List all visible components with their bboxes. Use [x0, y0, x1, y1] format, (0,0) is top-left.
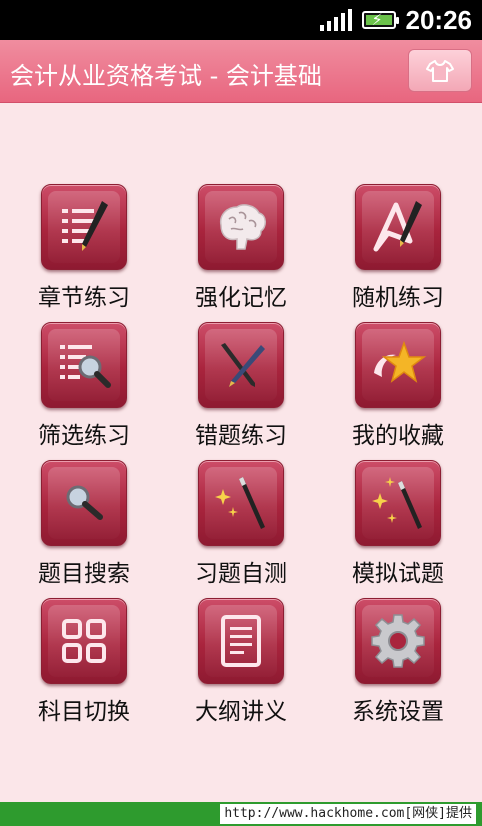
menu-item-label: 科目切换 — [38, 699, 130, 725]
credit-text: http://www.hackhome.com[网侠]提供 — [220, 804, 476, 824]
skin-button[interactable] — [408, 49, 472, 92]
menu-item-label: 章节练习 — [38, 285, 130, 311]
menu-item-question-search[interactable]: 题目搜索 — [14, 454, 154, 587]
menu-item-memory-boost[interactable]: 强化记忆 — [171, 178, 311, 311]
menu-item-mock-exam[interactable]: 模拟试题 — [328, 454, 468, 587]
filter-list-magnifier-icon — [41, 322, 127, 408]
menu-item-random-practice[interactable]: 随机练习 — [328, 178, 468, 311]
menu-item-label: 系统设置 — [352, 699, 444, 725]
menu-item-settings[interactable]: 系统设置 — [328, 592, 468, 725]
status-bar: ⚡ 20:26 — [0, 0, 482, 40]
status-indicators: ⚡ 20:26 — [319, 0, 473, 40]
menu-item-label: 筛选练习 — [38, 423, 130, 449]
menu-item-label: 模拟试题 — [352, 561, 444, 587]
menu-item-label: 随机练习 — [352, 285, 444, 311]
menu-item-label: 错题练习 — [195, 423, 287, 449]
menu-item-my-favorites[interactable]: 我的收藏 — [328, 316, 468, 449]
tshirt-icon — [426, 59, 454, 82]
random-triangle-pen-icon — [355, 184, 441, 270]
star-icon — [355, 322, 441, 408]
brain-icon — [198, 184, 284, 270]
grid-squares-icon — [41, 598, 127, 684]
menu-item-label: 习题自测 — [195, 561, 287, 587]
gear-icon — [355, 598, 441, 684]
menu-item-label: 题目搜索 — [38, 561, 130, 587]
document-icon — [198, 598, 284, 684]
menu-item-label: 我的收藏 — [352, 423, 444, 449]
magic-wand-icon — [198, 460, 284, 546]
menu-item-filter-practice[interactable]: 筛选练习 — [14, 316, 154, 449]
status-clock: 20:26 — [405, 4, 473, 35]
menu-item-switch-subject[interactable]: 科目切换 — [14, 592, 154, 725]
menu-item-wrong-questions[interactable]: 错题练习 — [171, 316, 311, 449]
menu-item-self-test[interactable]: 习题自测 — [171, 454, 311, 587]
crossed-pens-icon — [198, 322, 284, 408]
menu-item-label: 大纲讲义 — [195, 699, 287, 725]
magnifier-icon — [41, 460, 127, 546]
magic-wand-sparkle-icon — [355, 460, 441, 546]
chapter-list-pen-icon — [41, 184, 127, 270]
signal-bars-icon — [319, 9, 352, 31]
title-bar: 会计从业资格考试 - 会计基础 — [0, 40, 482, 103]
footer-bar: http://www.hackhome.com[网侠]提供 — [0, 802, 482, 826]
page-title: 会计从业资格考试 - 会计基础 — [10, 62, 322, 90]
battery-charging-icon: ⚡ — [361, 10, 399, 29]
menu-item-label: 强化记忆 — [195, 285, 287, 311]
menu-item-chapter-practice[interactable]: 章节练习 — [14, 178, 154, 311]
menu-item-syllabus[interactable]: 大纲讲义 — [171, 592, 311, 725]
